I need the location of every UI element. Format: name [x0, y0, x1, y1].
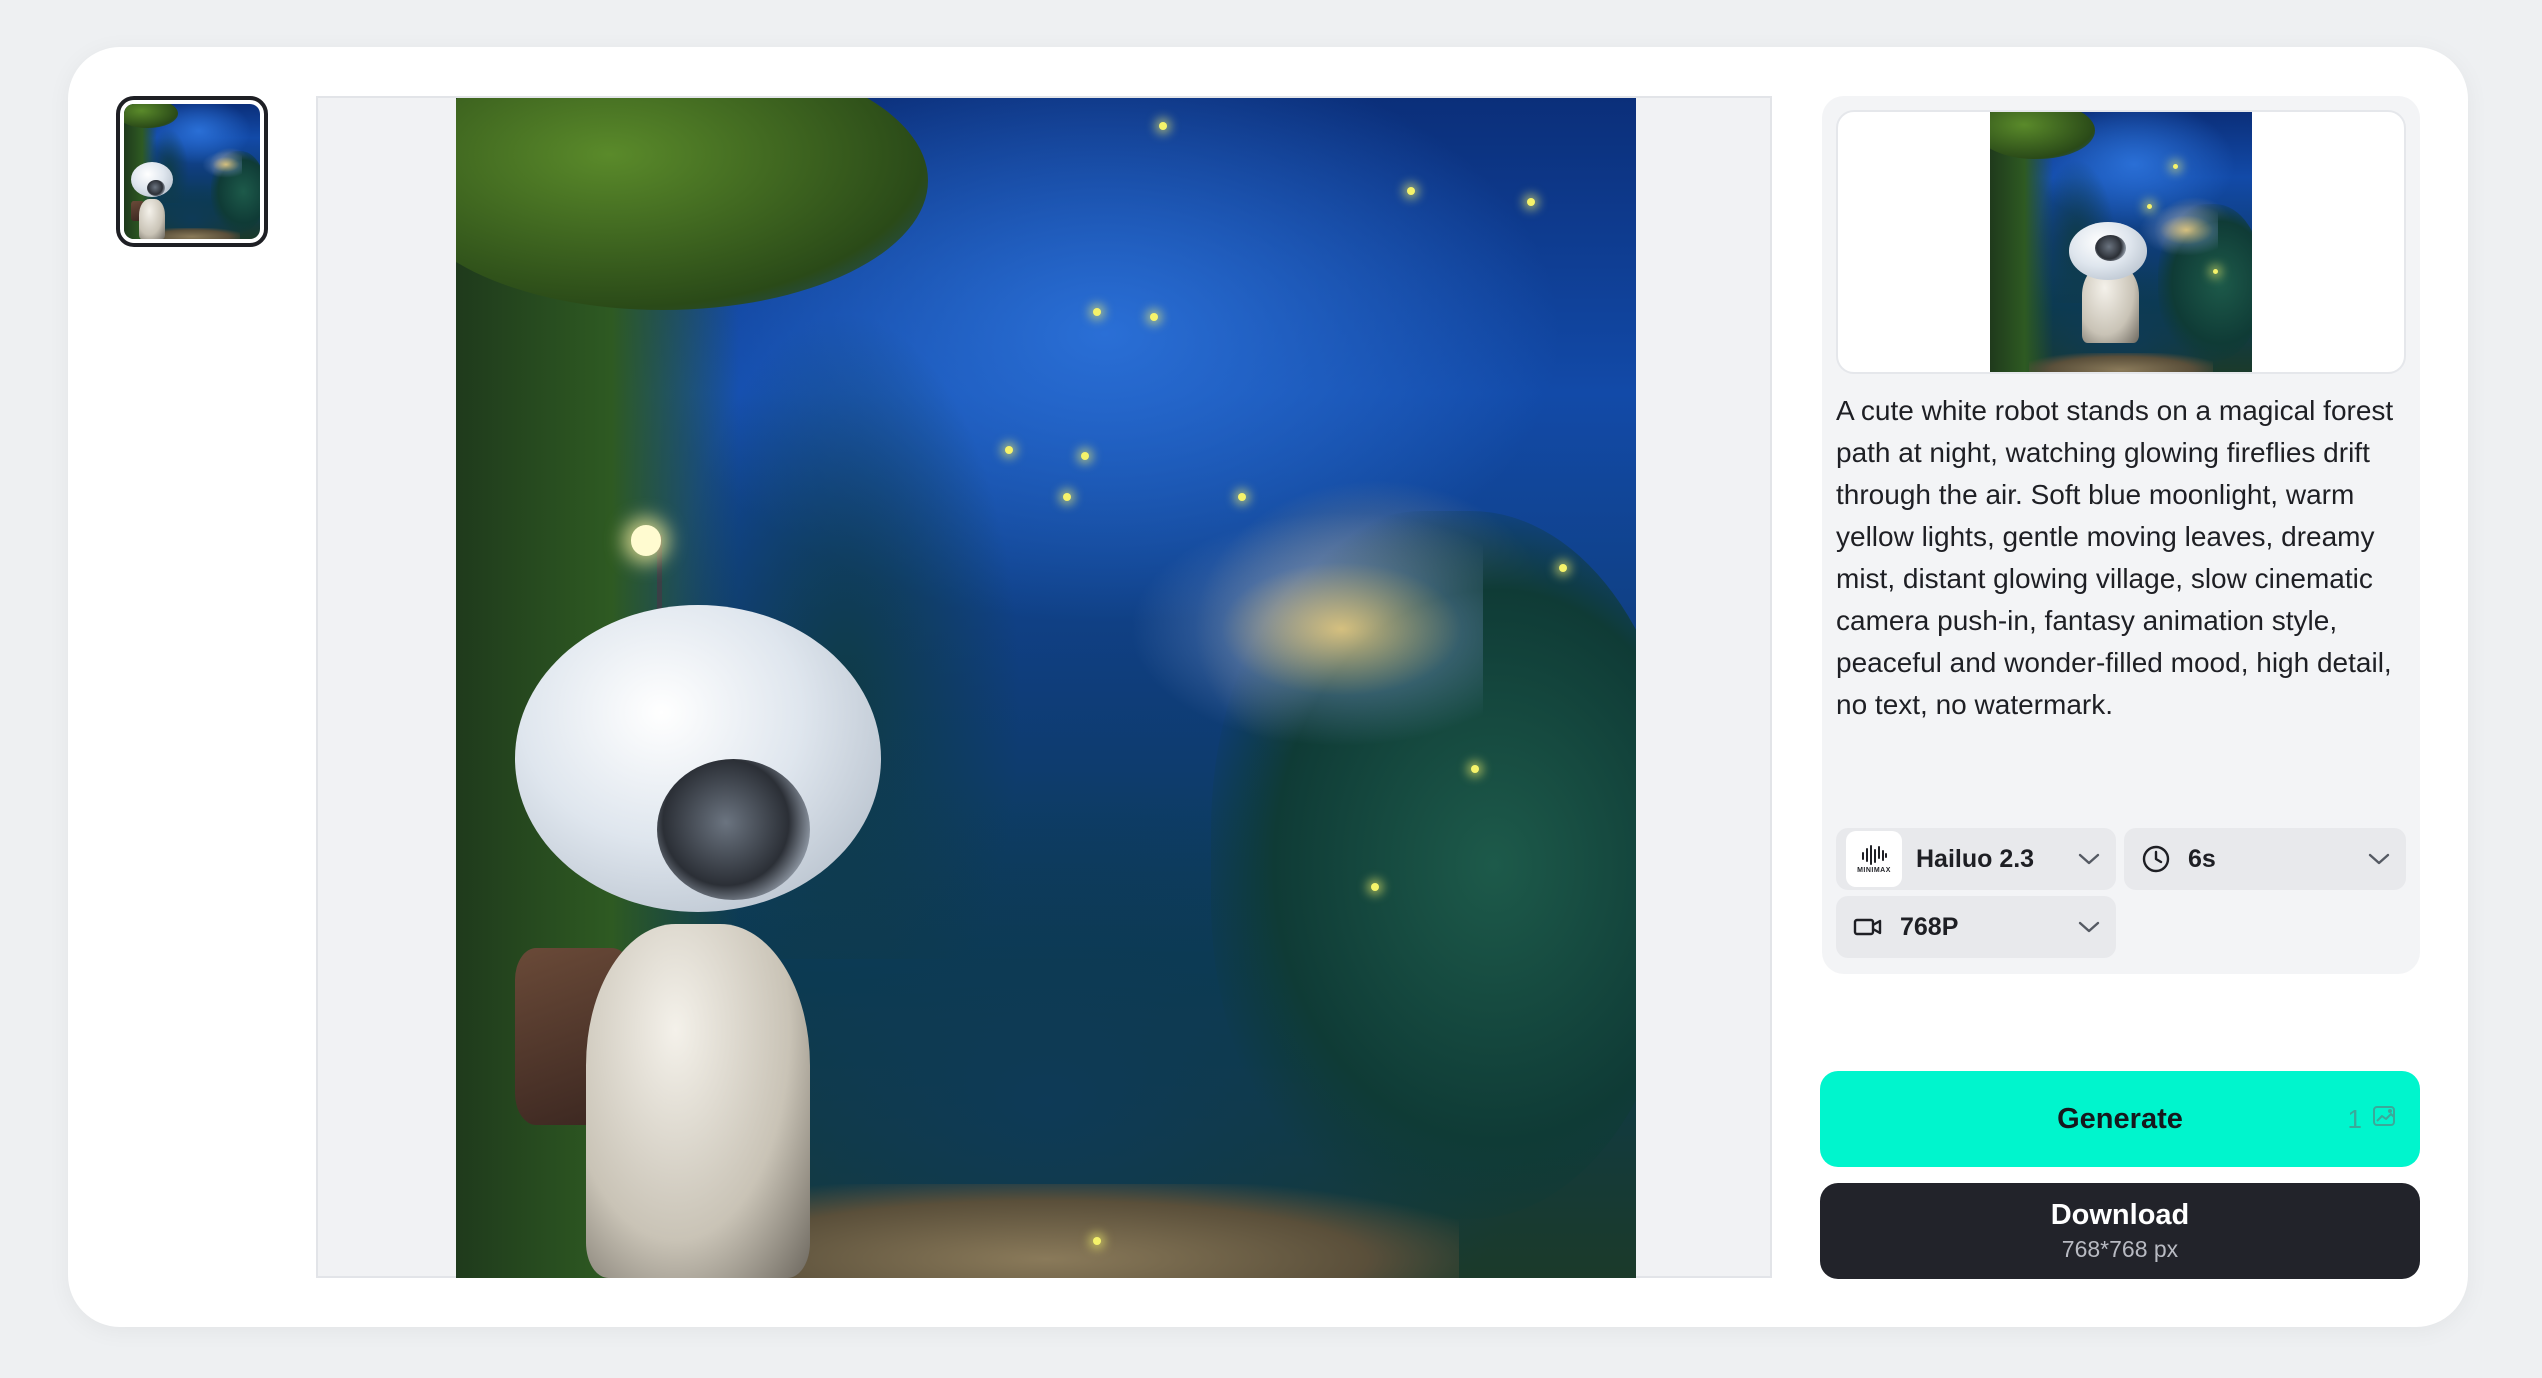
generate-cost: 1	[2348, 1071, 2398, 1167]
reference-image-box[interactable]	[1836, 110, 2406, 374]
chevron-down-icon	[2366, 846, 2392, 872]
duration-select-label: 6s	[2188, 844, 2216, 873]
resolution-select-label: 768P	[1900, 912, 1959, 941]
chevron-down-icon	[2076, 846, 2102, 872]
main-canvas	[316, 96, 1772, 1278]
download-button[interactable]: Download 768*768 px	[1820, 1183, 2420, 1279]
credit-image-icon	[2372, 1104, 2398, 1135]
generate-cost-value: 1	[2347, 1103, 2362, 1134]
prompt-text[interactable]: A cute white robot stands on a magical f…	[1836, 390, 2410, 726]
download-button-label: Download	[2050, 1199, 2190, 1231]
chevron-down-icon	[2076, 914, 2102, 940]
thumbnail-image	[124, 104, 260, 239]
reference-image	[1990, 112, 2252, 372]
main-generated-image	[456, 98, 1636, 1278]
settings-panel: A cute white robot stands on a magical f…	[1822, 96, 2420, 974]
clock-icon	[2138, 841, 2174, 877]
duration-select[interactable]: 6s	[2124, 828, 2406, 890]
model-logo-text: MINIMAX	[1857, 867, 1891, 874]
minimax-logo-icon: MINIMAX	[1846, 831, 1902, 887]
generate-button[interactable]: Generate 1	[1820, 1071, 2420, 1167]
history-thumbnail[interactable]	[116, 96, 268, 247]
download-size: 768*768 px	[2061, 1236, 2179, 1262]
model-select[interactable]: MINIMAX Hailuo 2.3	[1836, 828, 2116, 890]
generate-button-label: Generate	[2057, 1102, 2183, 1135]
video-camera-icon	[1850, 909, 1886, 945]
model-select-label: Hailuo 2.3	[1916, 844, 2035, 873]
resolution-select[interactable]: 768P	[1836, 896, 2116, 958]
